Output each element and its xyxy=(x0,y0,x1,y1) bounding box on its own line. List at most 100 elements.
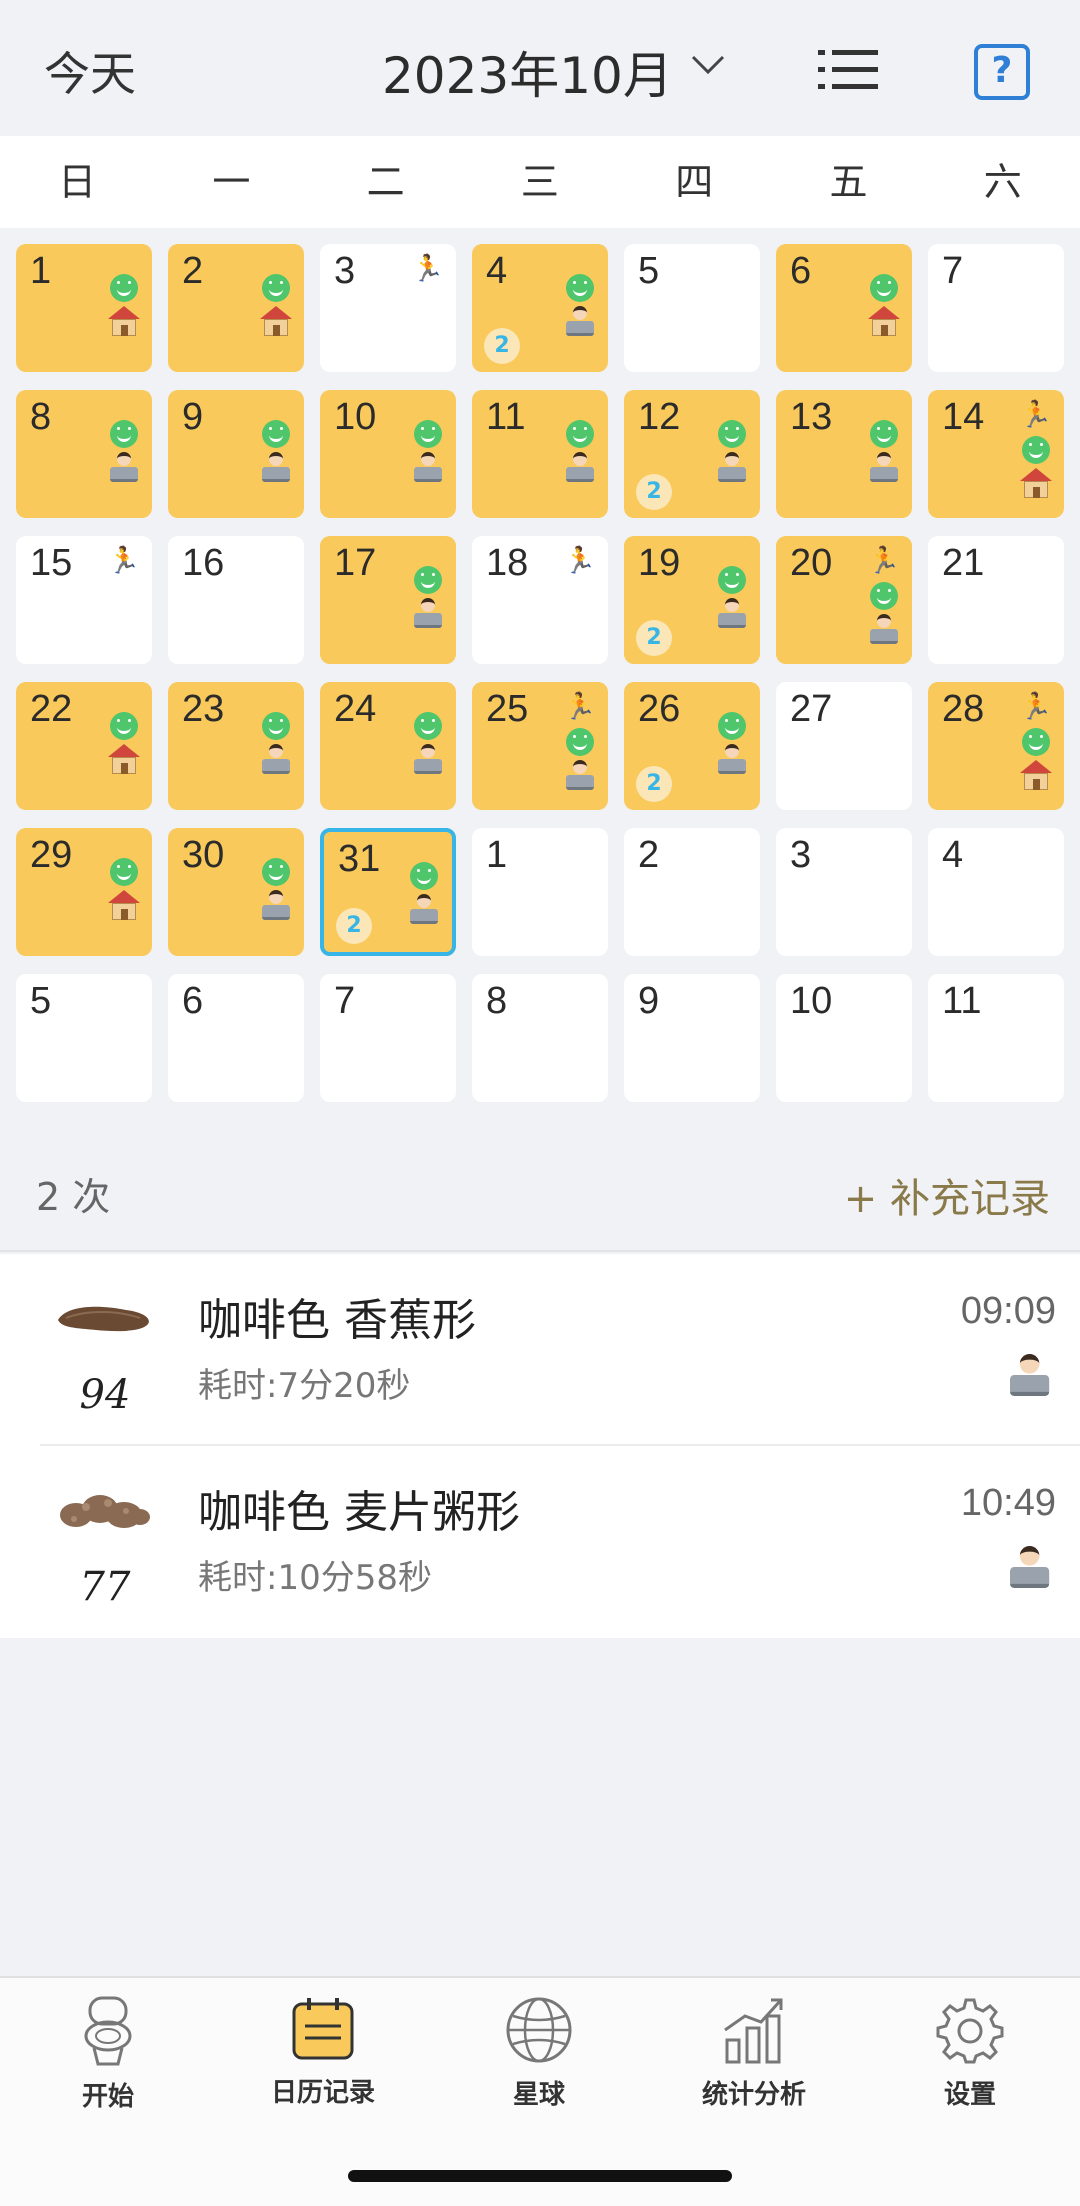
tab-planet[interactable]: 星球 xyxy=(459,1996,619,2111)
day-icons xyxy=(108,274,140,336)
calendar-day[interactable]: 12 2 xyxy=(624,390,760,518)
day-icons xyxy=(108,420,140,482)
house-icon xyxy=(108,306,140,336)
record-item[interactable]: 94 咖啡色 香蕉形 耗时:7分20秒 09:09 xyxy=(0,1254,1080,1446)
globe-icon xyxy=(506,1997,572,2063)
calendar-day[interactable]: 7 xyxy=(928,244,1064,372)
record-score: 77 xyxy=(79,1564,131,1610)
chevron-down-icon[interactable] xyxy=(690,54,726,76)
running-person-icon: 🏃 xyxy=(1019,692,1052,722)
calendar-day[interactable]: 21 xyxy=(928,536,1064,664)
calendar-day[interactable]: 20 🏃 xyxy=(776,536,912,664)
tab-statistics[interactable]: 统计分析 xyxy=(674,1996,834,2111)
calendar-day[interactable]: 25 🏃 xyxy=(472,682,608,810)
weekday-label: 六 xyxy=(983,160,1022,204)
calendar-day[interactable]: 13 xyxy=(776,390,912,518)
day-number: 10 xyxy=(334,396,377,438)
calendar-day[interactable]: 8 xyxy=(472,974,608,1102)
day-number: 11 xyxy=(942,980,982,1022)
smile-icon xyxy=(262,420,290,448)
tab-start[interactable]: 开始 xyxy=(28,1996,188,2113)
calendar-day[interactable]: 10 xyxy=(776,974,912,1102)
calendar-day[interactable]: 18 🏃 xyxy=(472,536,608,664)
day-number: 9 xyxy=(638,980,660,1022)
calendar-day[interactable]: 10 xyxy=(320,390,456,518)
calendar-day[interactable]: 3 🏃 xyxy=(320,244,456,372)
calendar-day[interactable]: 6 xyxy=(168,974,304,1102)
laptop-person-icon xyxy=(868,614,900,644)
calendar-day[interactable]: 4 xyxy=(928,828,1064,956)
calendar-day[interactable]: 14 🏃 xyxy=(928,390,1064,518)
day-number: 25 xyxy=(486,688,529,730)
day-number: 19 xyxy=(638,542,681,584)
calendar-day[interactable]: 1 xyxy=(16,244,152,372)
calendar-day[interactable]: 9 xyxy=(168,390,304,518)
calendar-day[interactable]: 19 2 xyxy=(624,536,760,664)
day-number: 1 xyxy=(486,834,508,876)
day-number: 18 xyxy=(486,542,529,584)
smile-icon xyxy=(565,728,594,756)
calendar-day[interactable]: 24 xyxy=(320,682,456,810)
laptop-person-icon xyxy=(108,452,140,482)
day-number: 3 xyxy=(790,834,812,876)
record-item[interactable]: 77 咖啡色 麦片粥形 耗时:10分58秒 10:49 xyxy=(0,1446,1080,1638)
calendar-day[interactable]: 5 xyxy=(16,974,152,1102)
month-selector[interactable]: 2023年10月 xyxy=(382,36,673,108)
weekday-label: 五 xyxy=(829,160,868,204)
calendar-day[interactable]: 5 xyxy=(624,244,760,372)
calendar-day[interactable]: 7 xyxy=(320,974,456,1102)
calendar-day[interactable]: 2 xyxy=(168,244,304,372)
today-button[interactable]: 今天 xyxy=(44,38,136,104)
calendar-day[interactable]: 16 xyxy=(168,536,304,664)
smile-icon xyxy=(1021,728,1050,756)
help-icon[interactable]: ? xyxy=(974,44,1030,100)
day-number: 16 xyxy=(182,542,225,584)
day-number: 7 xyxy=(334,980,356,1022)
calendar-day[interactable]: 1 xyxy=(472,828,608,956)
day-number: 2 xyxy=(638,834,660,876)
calendar-day[interactable]: 11 xyxy=(472,390,608,518)
list-icon[interactable] xyxy=(818,48,878,92)
running-person-icon: 🏃 xyxy=(107,546,140,576)
record-time: 10:49 xyxy=(960,1482,1056,1524)
running-person-icon: 🏃 xyxy=(867,546,900,576)
calendar-day[interactable]: 27 xyxy=(776,682,912,810)
tab-settings[interactable]: 设置 xyxy=(890,1996,1050,2111)
laptop-person-icon xyxy=(260,890,292,920)
calendar-day[interactable]: 23 xyxy=(168,682,304,810)
smile-icon xyxy=(414,420,442,448)
calendar-day[interactable]: 22 xyxy=(16,682,152,810)
calendar-day[interactable]: 2 xyxy=(624,828,760,956)
tab-label: 设置 xyxy=(943,2080,996,2110)
calendar-day[interactable]: 26 2 xyxy=(624,682,760,810)
calendar-day[interactable]: 28 🏃 xyxy=(928,682,1064,810)
calendar-icon xyxy=(292,1998,354,2060)
calendar-day-selected[interactable]: 31 2 xyxy=(320,828,456,956)
house-icon xyxy=(260,306,292,336)
calendar-day[interactable]: 3 xyxy=(776,828,912,956)
calendar-day[interactable]: 15 🏃 xyxy=(16,536,152,664)
calendar-day[interactable]: 29 xyxy=(16,828,152,956)
add-record-button[interactable]: + 补充记录 xyxy=(844,1166,1050,1224)
calendar-day[interactable]: 30 xyxy=(168,828,304,956)
smile-icon xyxy=(718,566,746,594)
day-icons xyxy=(108,858,140,920)
calendar-day[interactable]: 11 xyxy=(928,974,1064,1102)
calendar-day[interactable]: 9 xyxy=(624,974,760,1102)
day-icons: 🏃 xyxy=(1020,692,1052,790)
calendar-day[interactable]: 42 xyxy=(472,244,608,372)
count-badge: 2 xyxy=(484,328,520,364)
day-icons xyxy=(716,712,748,774)
tab-calendar[interactable]: 日历记录 xyxy=(243,1996,403,2109)
day-number: 12 xyxy=(638,396,681,438)
day-number: 7 xyxy=(942,250,964,292)
calendar-day[interactable]: 8 xyxy=(16,390,152,518)
weekday-label: 日 xyxy=(58,160,97,204)
calendar-day[interactable]: 17 xyxy=(320,536,456,664)
gear-icon xyxy=(936,1998,1004,2064)
laptop-person-icon xyxy=(716,452,748,482)
tab-label: 日历记录 xyxy=(270,2078,375,2108)
day-icons: 🏃 xyxy=(108,546,140,578)
record-title: 咖啡色 麦片粥形 xyxy=(198,1487,520,1538)
calendar-day[interactable]: 6 xyxy=(776,244,912,372)
